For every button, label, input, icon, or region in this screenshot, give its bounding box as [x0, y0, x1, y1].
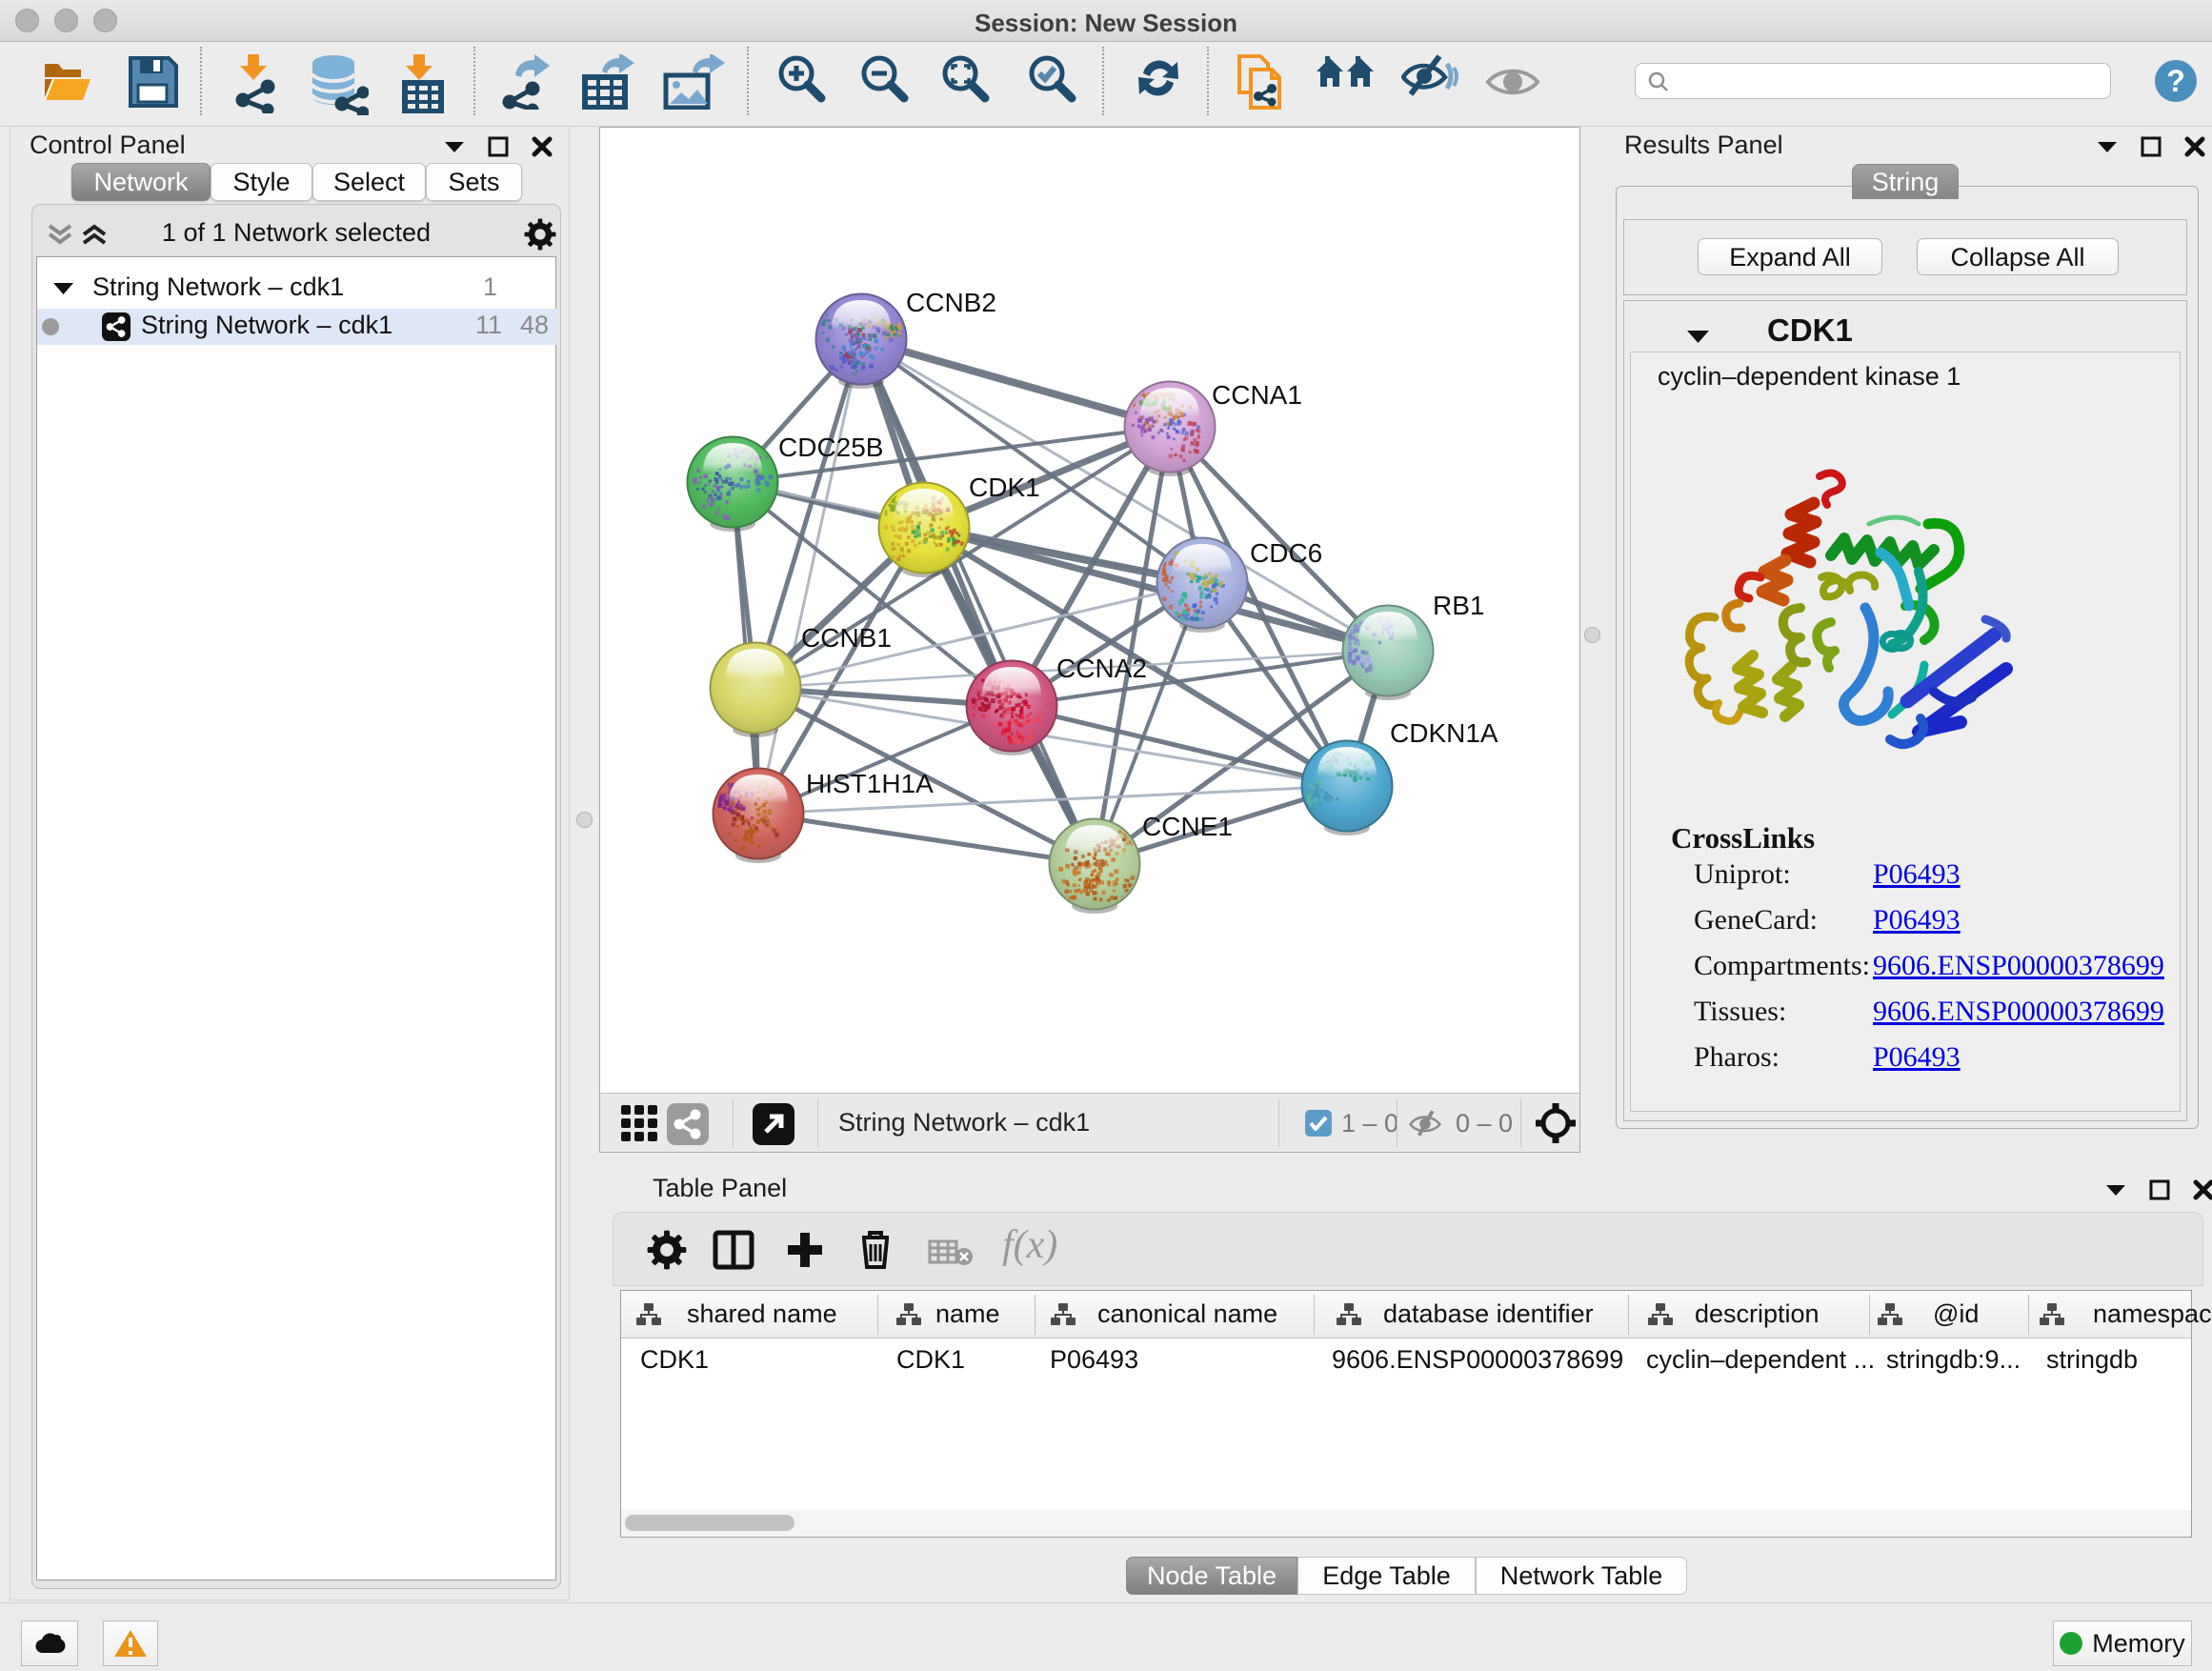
svg-text:CDC25B: CDC25B: [778, 433, 883, 462]
svg-text:CDKN1A: CDKN1A: [1390, 718, 1498, 748]
svg-text:CCNE1: CCNE1: [1142, 812, 1233, 841]
svg-text:CCNB1: CCNB1: [801, 623, 892, 653]
svg-text:RB1: RB1: [1433, 591, 1484, 620]
svg-text:HIST1H1A: HIST1H1A: [806, 769, 934, 798]
svg-text:CDK1: CDK1: [969, 473, 1040, 502]
svg-text:CCNA1: CCNA1: [1212, 380, 1302, 410]
svg-text:CDC6: CDC6: [1250, 538, 1322, 568]
svg-text:CCNA2: CCNA2: [1056, 654, 1147, 683]
svg-text:CCNB2: CCNB2: [906, 288, 996, 317]
